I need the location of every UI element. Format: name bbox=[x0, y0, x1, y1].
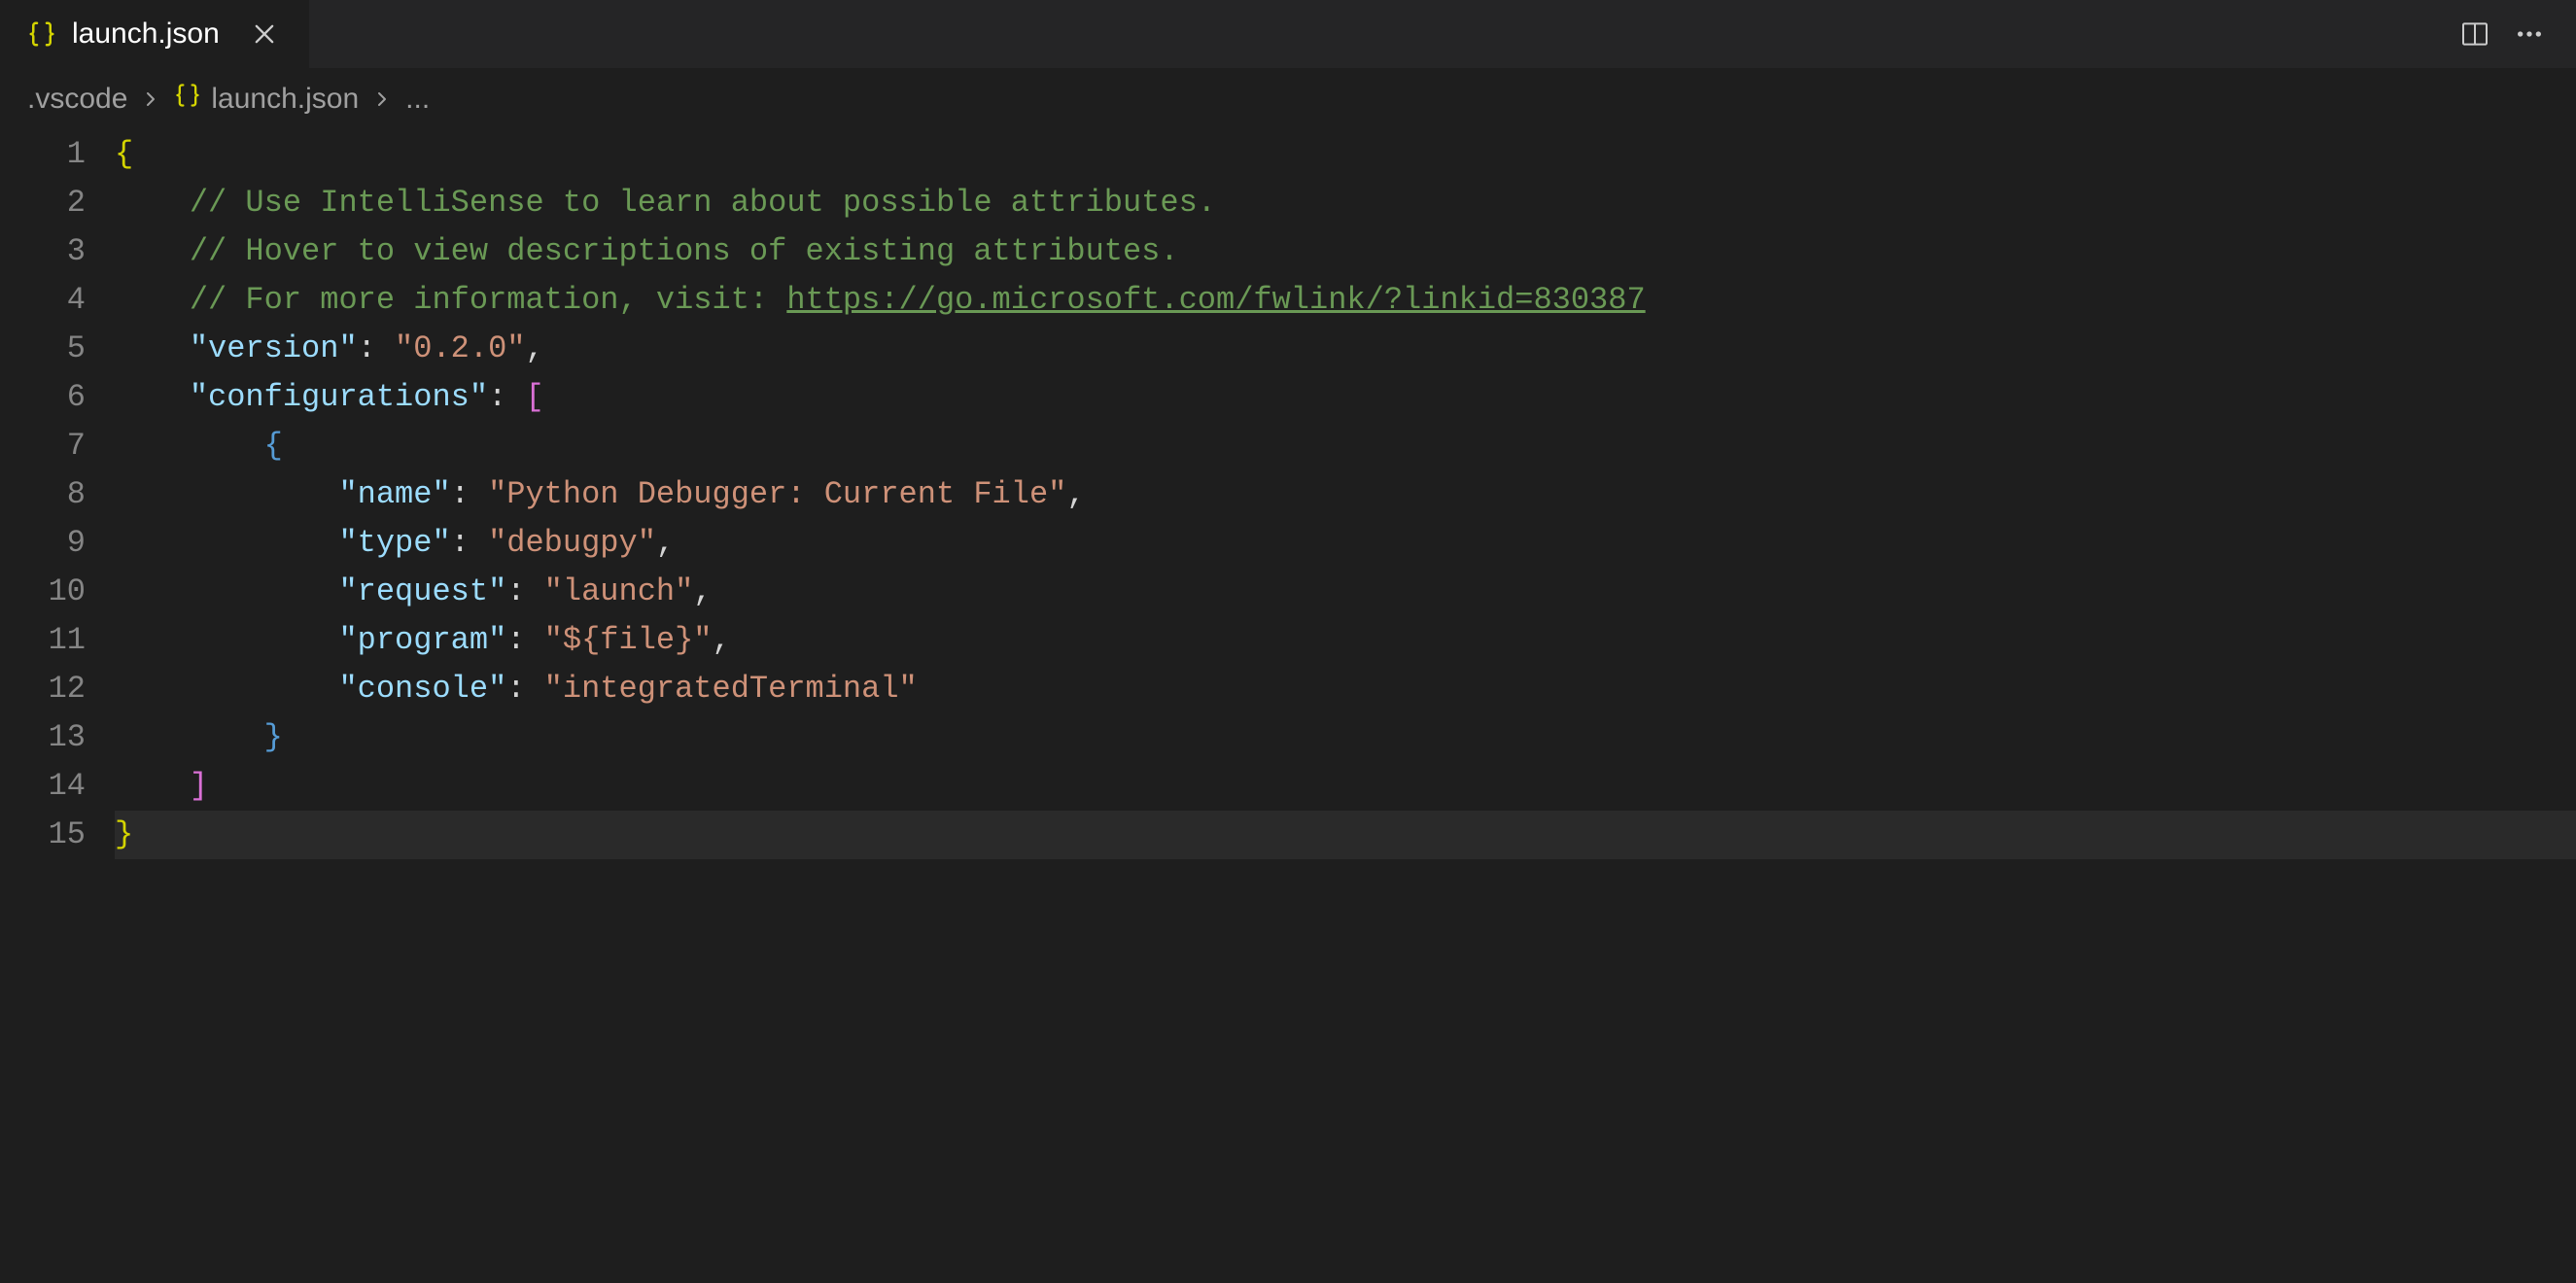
breadcrumb-file[interactable]: launch.json bbox=[174, 82, 359, 117]
code-line: } bbox=[115, 811, 2576, 859]
code-line: "type": "debugpy", bbox=[115, 519, 2576, 568]
editor-actions bbox=[2459, 18, 2576, 50]
token-comma: , bbox=[525, 330, 543, 366]
code-line: // For more information, visit: https://… bbox=[115, 276, 2576, 325]
tab-launch-json[interactable]: launch.json bbox=[0, 0, 309, 68]
code-line: } bbox=[115, 713, 2576, 762]
line-number: 8 bbox=[0, 470, 86, 519]
line-number: 6 bbox=[0, 373, 86, 422]
line-number: 10 bbox=[0, 568, 86, 616]
tab-bar: launch.json bbox=[0, 0, 2576, 68]
code-line: "console": "integratedTerminal" bbox=[115, 665, 2576, 713]
token-string: "${file}" bbox=[544, 622, 713, 658]
braces-icon bbox=[174, 82, 201, 117]
token-key: "version" bbox=[190, 330, 358, 366]
token-string: "launch" bbox=[544, 573, 694, 609]
token-colon: : bbox=[506, 671, 525, 707]
breadcrumb-folder[interactable]: .vscode bbox=[27, 83, 127, 116]
token-colon: : bbox=[488, 379, 506, 415]
token-comment: // For more information, visit: bbox=[190, 282, 787, 318]
token-comment: // Hover to view descriptions of existin… bbox=[190, 233, 1179, 269]
line-number: 12 bbox=[0, 665, 86, 713]
code-line: { bbox=[115, 422, 2576, 470]
line-number: 9 bbox=[0, 519, 86, 568]
code-line: "program": "${file}", bbox=[115, 616, 2576, 665]
braces-icon bbox=[27, 19, 56, 49]
code-line: "request": "launch", bbox=[115, 568, 2576, 616]
token-comma: , bbox=[656, 525, 675, 561]
breadcrumbs: .vscode launch.json ... bbox=[0, 68, 2576, 130]
close-icon[interactable] bbox=[247, 17, 282, 52]
line-number: 2 bbox=[0, 179, 86, 227]
token-colon: : bbox=[506, 622, 525, 658]
line-number: 7 bbox=[0, 422, 86, 470]
token-colon: : bbox=[451, 476, 470, 512]
token-key: "type" bbox=[338, 525, 450, 561]
token-brace-open: { bbox=[115, 136, 133, 172]
line-number: 1 bbox=[0, 130, 86, 179]
token-colon: : bbox=[358, 330, 376, 366]
token-brace-close: } bbox=[115, 816, 133, 852]
chevron-right-icon bbox=[139, 87, 162, 111]
line-number: 15 bbox=[0, 811, 86, 859]
token-comma: , bbox=[713, 622, 731, 658]
code-line: { bbox=[115, 130, 2576, 179]
code-line: "version": "0.2.0", bbox=[115, 325, 2576, 373]
split-editor-icon[interactable] bbox=[2459, 18, 2490, 50]
token-bracket-close: ] bbox=[190, 768, 208, 804]
line-number: 4 bbox=[0, 276, 86, 325]
line-gutter: 1 2 3 4 5 6 7 8 9 10 11 12 13 14 15 bbox=[0, 130, 115, 859]
token-key: "console" bbox=[338, 671, 506, 707]
code-line: "configurations": [ bbox=[115, 373, 2576, 422]
token-key: "request" bbox=[338, 573, 506, 609]
tabs-container: launch.json bbox=[0, 0, 309, 68]
code-line: // Use IntelliSense to learn about possi… bbox=[115, 179, 2576, 227]
token-comment: // Use IntelliSense to learn about possi… bbox=[190, 185, 1216, 221]
chevron-right-icon bbox=[370, 87, 394, 111]
code-line: ] bbox=[115, 762, 2576, 811]
code-area[interactable]: { // Use IntelliSense to learn about pos… bbox=[115, 130, 2576, 859]
line-number: 5 bbox=[0, 325, 86, 373]
breadcrumb-folder-label: .vscode bbox=[27, 83, 127, 116]
editor[interactable]: 1 2 3 4 5 6 7 8 9 10 11 12 13 14 15 { //… bbox=[0, 130, 2576, 859]
token-colon: : bbox=[451, 525, 470, 561]
breadcrumb-ellipsis-label: ... bbox=[405, 83, 430, 116]
token-brace-open: { bbox=[264, 428, 283, 464]
token-key: "configurations" bbox=[190, 379, 488, 415]
token-key: "program" bbox=[338, 622, 506, 658]
breadcrumb-ellipsis[interactable]: ... bbox=[405, 83, 430, 116]
line-number: 11 bbox=[0, 616, 86, 665]
token-string: "Python Debugger: Current File" bbox=[488, 476, 1066, 512]
token-comma: , bbox=[693, 573, 712, 609]
token-bracket-open: [ bbox=[525, 379, 543, 415]
code-line: "name": "Python Debugger: Current File", bbox=[115, 470, 2576, 519]
token-colon: : bbox=[506, 573, 525, 609]
line-number: 14 bbox=[0, 762, 86, 811]
line-number: 3 bbox=[0, 227, 86, 276]
token-comma: , bbox=[1066, 476, 1085, 512]
token-key: "name" bbox=[338, 476, 450, 512]
breadcrumb-file-label: launch.json bbox=[211, 83, 359, 116]
token-brace-close: } bbox=[264, 719, 283, 755]
code-line: // Hover to view descriptions of existin… bbox=[115, 227, 2576, 276]
token-link[interactable]: https://go.microsoft.com/fwlink/?linkid=… bbox=[786, 282, 1645, 318]
token-string: "0.2.0" bbox=[395, 330, 525, 366]
tab-label: launch.json bbox=[72, 17, 220, 51]
more-actions-icon[interactable] bbox=[2514, 18, 2545, 50]
token-string: "debugpy" bbox=[488, 525, 656, 561]
token-string: "integratedTerminal" bbox=[544, 671, 918, 707]
line-number: 13 bbox=[0, 713, 86, 762]
